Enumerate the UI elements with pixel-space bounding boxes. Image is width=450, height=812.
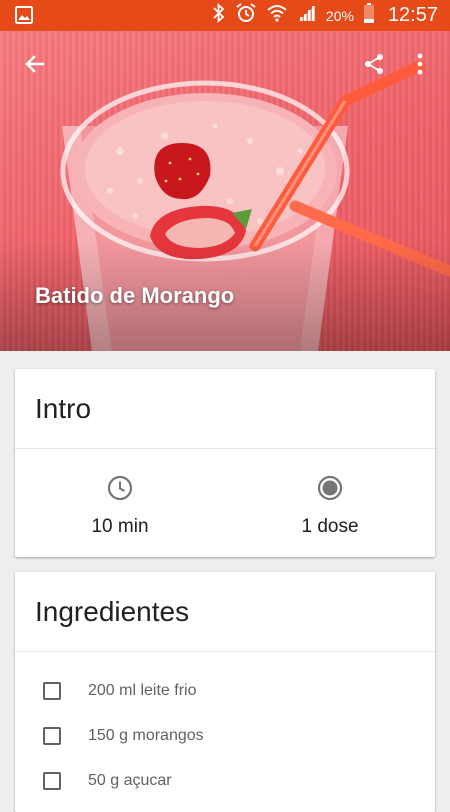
hero-image: Batido de Morango (0, 31, 450, 351)
clock-time: 12:57 (387, 4, 438, 26)
image-icon (14, 5, 34, 30)
share-button[interactable] (354, 46, 394, 86)
arrow-back-icon (23, 52, 47, 81)
prep-time: 10 min (15, 449, 225, 556)
recipe-title: Batido de Morango (35, 283, 235, 308)
intro-title: Intro (15, 369, 435, 449)
alarm-icon (235, 2, 257, 29)
ingredients-card: Ingredientes 200 ml leite frio 150 g mor… (15, 572, 435, 812)
wifi-icon (266, 3, 288, 28)
list-item[interactable]: 50 g açucar (15, 758, 435, 803)
battery-percent: 20% (325, 7, 354, 24)
signal-icon (297, 3, 317, 28)
ingredient-checkbox[interactable] (43, 681, 61, 700)
ingredients-list: 200 ml leite frio 150 g morangos 50 g aç… (15, 652, 435, 803)
ingredient-label: 150 g morangos (88, 726, 204, 744)
prep-time-value: 10 min (91, 516, 149, 537)
share-icon (362, 52, 386, 81)
more-vert-icon (416, 53, 424, 80)
list-item[interactable]: 150 g morangos (15, 713, 435, 758)
intro-stats: 10 min 1 dose (15, 449, 435, 556)
status-bar: 20% 12:57 (0, 0, 450, 31)
ingredient-label: 200 ml leite frio (88, 681, 197, 699)
ingredient-checkbox[interactable] (43, 726, 61, 745)
battery-icon (363, 2, 375, 29)
more-options-button[interactable] (400, 46, 440, 86)
servings-value: 1 dose (301, 516, 359, 537)
clock-icon (107, 475, 133, 506)
ingredient-checkbox[interactable] (43, 771, 61, 790)
list-item[interactable]: 200 ml leite frio (15, 668, 435, 713)
bluetooth-icon (212, 2, 226, 28)
servings: 1 dose (225, 449, 435, 556)
ingredients-title: Ingredientes (15, 572, 435, 652)
intro-card: Intro 10 min 1 dose (15, 369, 435, 557)
servings-icon (317, 475, 343, 506)
ingredient-label: 50 g açucar (88, 771, 172, 789)
back-button[interactable] (15, 46, 55, 86)
